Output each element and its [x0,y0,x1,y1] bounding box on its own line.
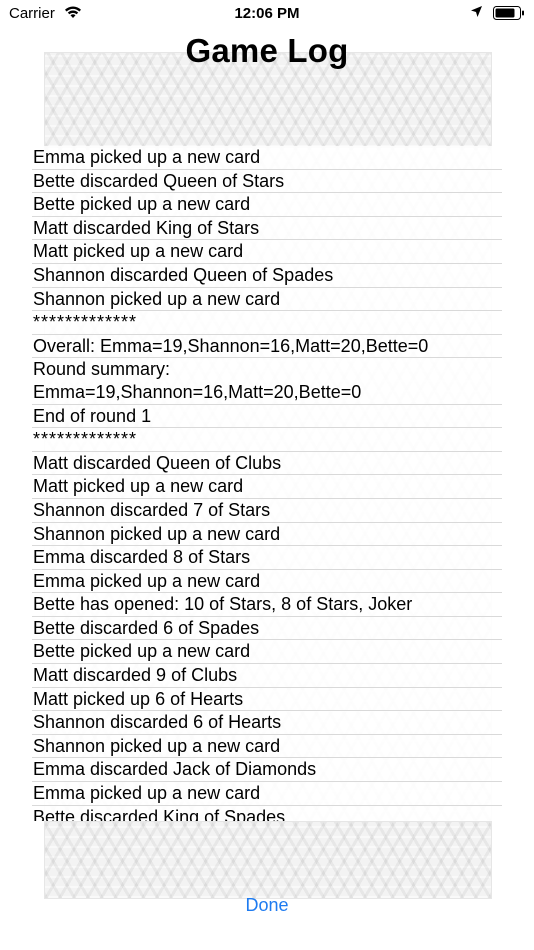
log-entry: Bette discarded 6 of Spades [32,617,502,641]
page-title: Game Log [185,32,349,69]
location-arrow-icon [470,5,483,22]
status-time: 12:06 PM [234,5,300,22]
log-entry: Matt discarded King of Stars [32,217,502,241]
game-log-list[interactable]: Emma picked up a new card Bette discarded… [32,146,502,821]
log-entry: Matt picked up a new card [32,240,502,264]
status-bar: Carrier 12:06 PM [0,0,534,28]
log-entry: Bette discarded King of Spades [32,806,502,821]
log-entry: Bette discarded Queen of Stars [32,170,502,194]
log-entry: Shannon discarded 6 of Hearts [32,711,502,735]
log-entry: Emma discarded Jack of Diamonds [32,758,502,783]
log-entry: Emma picked up a new card [32,146,502,170]
log-entry: Shannon discarded Queen of Spades [32,264,502,288]
log-entry: Shannon discarded 7 of Stars [32,499,502,523]
log-entry: Round summary: Emma=19,Shannon=16,Matt=20… [32,358,502,405]
log-entry: ************* [32,428,502,452]
done-button[interactable]: Done [0,895,534,916]
log-entry: Shannon picked up a new card [32,288,502,312]
log-entry: Matt picked up 6 of Hearts [32,688,502,712]
log-entry: Emma discarded 8 of Stars [32,546,502,570]
log-entry: Bette picked up a new card [32,193,502,217]
log-entry: Shannon picked up a new card [32,523,502,547]
battery-icon [493,6,525,20]
log-entry: Matt picked up a new card [32,475,502,499]
log-entry: Overall: Emma=19,Shannon=16,Matt=20,Bett… [32,335,502,359]
log-entry: Shannon picked up a new card [32,735,502,759]
log-entry: Emma picked up a new card [32,570,502,594]
log-entry: Bette has opened: 10 of Stars, 8 of Star… [32,593,502,617]
card-pattern-bottom [44,821,492,899]
log-entry: End of round 1 [32,405,502,429]
log-entry: ************* [32,311,502,335]
log-entry: Matt discarded 9 of Clubs [32,664,502,688]
log-entry: Matt discarded Queen of Clubs [32,452,502,476]
log-entry: Bette picked up a new card [32,640,502,665]
log-entry: Emma picked up a new card [32,782,502,806]
